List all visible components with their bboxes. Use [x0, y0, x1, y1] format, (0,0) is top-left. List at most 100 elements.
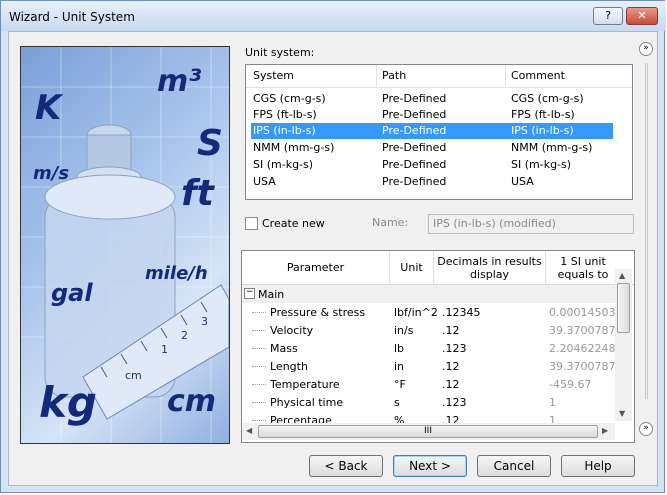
- system-name: IPS (in-lb-s): [253, 124, 316, 137]
- system-path: Pre-Defined: [382, 108, 447, 121]
- collapse-icon[interactable]: −: [244, 288, 255, 299]
- create-new-checkbox[interactable]: [245, 217, 258, 230]
- parameter-name: Velocity: [270, 324, 314, 337]
- ruler-number-1: 1: [161, 343, 168, 356]
- system-name: NMM (mm-g-s): [253, 141, 335, 154]
- wizard-content: K m³ S m/s ft gal mile/h kg cm 1 2 3 cm: [8, 31, 658, 486]
- symbol-kg: kg: [39, 378, 97, 427]
- parameter-name: Mass: [270, 342, 298, 355]
- parameters-header: Parameter Unit Decimals in results displ…: [242, 251, 634, 285]
- ruler-number-2: 2: [181, 329, 188, 342]
- parameter-row-temperature[interactable]: Temperature °F .12 -459.67: [242, 375, 620, 393]
- symbol-k: K: [35, 88, 64, 128]
- parameter-name: Pressure & stress: [270, 306, 366, 319]
- parameter-si-value: 39.3700787: [549, 360, 616, 373]
- parameter-si-value: 39.3700787: [549, 324, 616, 337]
- expand-top-icon[interactable]: »: [639, 42, 653, 56]
- parameter-si-value: -459.67: [549, 378, 592, 391]
- parameter-decimals[interactable]: .12: [442, 360, 460, 373]
- unit-system-list-header: System Path Comment: [246, 65, 632, 88]
- column-header-system[interactable]: System: [253, 69, 294, 82]
- system-path: Pre-Defined: [382, 92, 447, 105]
- group-label: Main: [258, 288, 285, 301]
- parameters-grid[interactable]: Parameter Unit Decimals in results displ…: [241, 250, 635, 443]
- system-name: USA: [253, 175, 276, 188]
- parameter-decimals[interactable]: .123: [442, 396, 467, 409]
- symbol-cm: cm: [167, 384, 216, 419]
- back-button[interactable]: < Back: [309, 455, 383, 477]
- unit-system-row-cgs[interactable]: CGS (cm-g-s) Pre-Defined CGS (cm-g-s): [251, 91, 613, 107]
- system-comment: NMM (mm-g-s): [511, 141, 593, 154]
- system-comment: FPS (ft-lb-s): [511, 108, 575, 121]
- system-path: Pre-Defined: [382, 124, 447, 137]
- parameter-row-length[interactable]: Length in .12 39.3700787: [242, 357, 620, 375]
- parameter-unit[interactable]: in: [394, 360, 404, 373]
- scroll-left-icon[interactable]: ◀: [246, 426, 252, 435]
- parameter-row-physical-time[interactable]: Physical time s .123 1: [242, 393, 620, 411]
- symbol-mile-per-h: mile/h: [145, 263, 208, 284]
- system-comment: CGS (cm-g-s): [511, 92, 584, 105]
- parameter-si-value: 0.00014503: [549, 306, 616, 319]
- next-button[interactable]: Next >: [393, 455, 467, 477]
- side-splitter[interactable]: [645, 63, 648, 399]
- unit-system-row-ips[interactable]: IPS (in-lb-s) Pre-Defined IPS (in-lb-s): [251, 123, 613, 139]
- create-new-label[interactable]: Create new: [262, 217, 325, 230]
- system-path: Pre-Defined: [382, 158, 447, 171]
- column-header-decimals[interactable]: Decimals in results display: [434, 251, 546, 284]
- symbol-gal: gal: [51, 279, 93, 307]
- scroll-up-icon[interactable]: ▲: [619, 271, 625, 280]
- parameter-unit[interactable]: °F: [394, 378, 406, 391]
- system-name: FPS (ft-lb-s): [253, 108, 317, 121]
- expand-bottom-icon[interactable]: »: [639, 422, 653, 436]
- column-header-path[interactable]: Path: [382, 69, 406, 82]
- close-button[interactable]: ✕: [626, 7, 658, 25]
- unit-system-illustration: K m³ S m/s ft gal mile/h kg cm 1 2 3 cm: [20, 46, 230, 444]
- column-header-unit[interactable]: Unit: [390, 251, 434, 284]
- unit-system-label: Unit system:: [245, 46, 315, 59]
- parameter-decimals[interactable]: .123: [442, 342, 467, 355]
- parameter-unit[interactable]: in/s: [394, 324, 413, 337]
- scroll-down-icon[interactable]: ▼: [619, 409, 625, 418]
- ruler-unit-cm: cm: [125, 369, 142, 382]
- column-header-si-unit[interactable]: 1 SI unit equals to: [546, 251, 620, 284]
- unit-system-row-si[interactable]: SI (m-kg-s) Pre-Defined SI (m-kg-s): [251, 157, 613, 173]
- parameter-unit[interactable]: s: [394, 396, 400, 409]
- name-field[interactable]: IPS (in-lb-s) (modified): [428, 214, 634, 234]
- parameter-si-value: 1: [549, 396, 556, 409]
- parameter-decimals[interactable]: .12: [442, 324, 460, 337]
- parameter-row-mass[interactable]: Mass lb .123 2.20462248: [242, 339, 620, 357]
- column-header-comment[interactable]: Comment: [511, 69, 565, 82]
- scroll-right-icon[interactable]: ▶: [602, 426, 608, 435]
- column-header-parameter[interactable]: Parameter: [242, 251, 390, 284]
- system-comment: SI (m-kg-s): [511, 158, 572, 171]
- window-title: Wizard - Unit System: [9, 10, 135, 24]
- parameter-decimals[interactable]: .12: [442, 378, 460, 391]
- system-path: Pre-Defined: [382, 141, 447, 154]
- ruler-number-3: 3: [201, 315, 208, 328]
- horizontal-scroll-thumb[interactable]: III: [258, 425, 598, 438]
- unit-system-row-fps[interactable]: FPS (ft-lb-s) Pre-Defined FPS (ft-lb-s): [251, 107, 613, 123]
- unit-system-row-nmm[interactable]: NMM (mm-g-s) Pre-Defined NMM (mm-g-s): [251, 140, 613, 156]
- help-button[interactable]: Help: [561, 455, 635, 477]
- symbol-s: S: [197, 123, 223, 164]
- parameter-unit[interactable]: lb: [394, 342, 404, 355]
- help-title-button[interactable]: ?: [593, 7, 623, 25]
- title-bar: Wizard - Unit System ? ✕: [1, 1, 666, 31]
- unit-system-list[interactable]: System Path Comment CGS (cm-g-s) Pre-Def…: [245, 64, 633, 200]
- system-name: CGS (cm-g-s): [253, 92, 326, 105]
- system-comment: IPS (in-lb-s): [511, 124, 574, 137]
- parameter-decimals[interactable]: .12345: [442, 306, 481, 319]
- parameter-unit[interactable]: lbf/in^2: [394, 306, 438, 319]
- horizontal-scrollbar[interactable]: ◀ III ▶: [242, 423, 615, 440]
- cancel-button[interactable]: Cancel: [477, 455, 551, 477]
- parameter-row-velocity[interactable]: Velocity in/s .12 39.3700787: [242, 321, 620, 339]
- group-row-main[interactable]: − Main: [242, 285, 620, 303]
- system-path: Pre-Defined: [382, 175, 447, 188]
- parameter-name: Physical time: [270, 396, 344, 409]
- parameter-si-value: 2.20462248: [549, 342, 616, 355]
- vertical-scroll-thumb[interactable]: [617, 283, 630, 333]
- vertical-scrollbar[interactable]: ▲ ▼: [615, 269, 632, 421]
- parameter-row-pressure[interactable]: Pressure & stress lbf/in^2 .12345 0.0001…: [242, 303, 620, 321]
- parameter-name: Temperature: [270, 378, 340, 391]
- unit-system-row-usa[interactable]: USA Pre-Defined USA: [251, 174, 613, 190]
